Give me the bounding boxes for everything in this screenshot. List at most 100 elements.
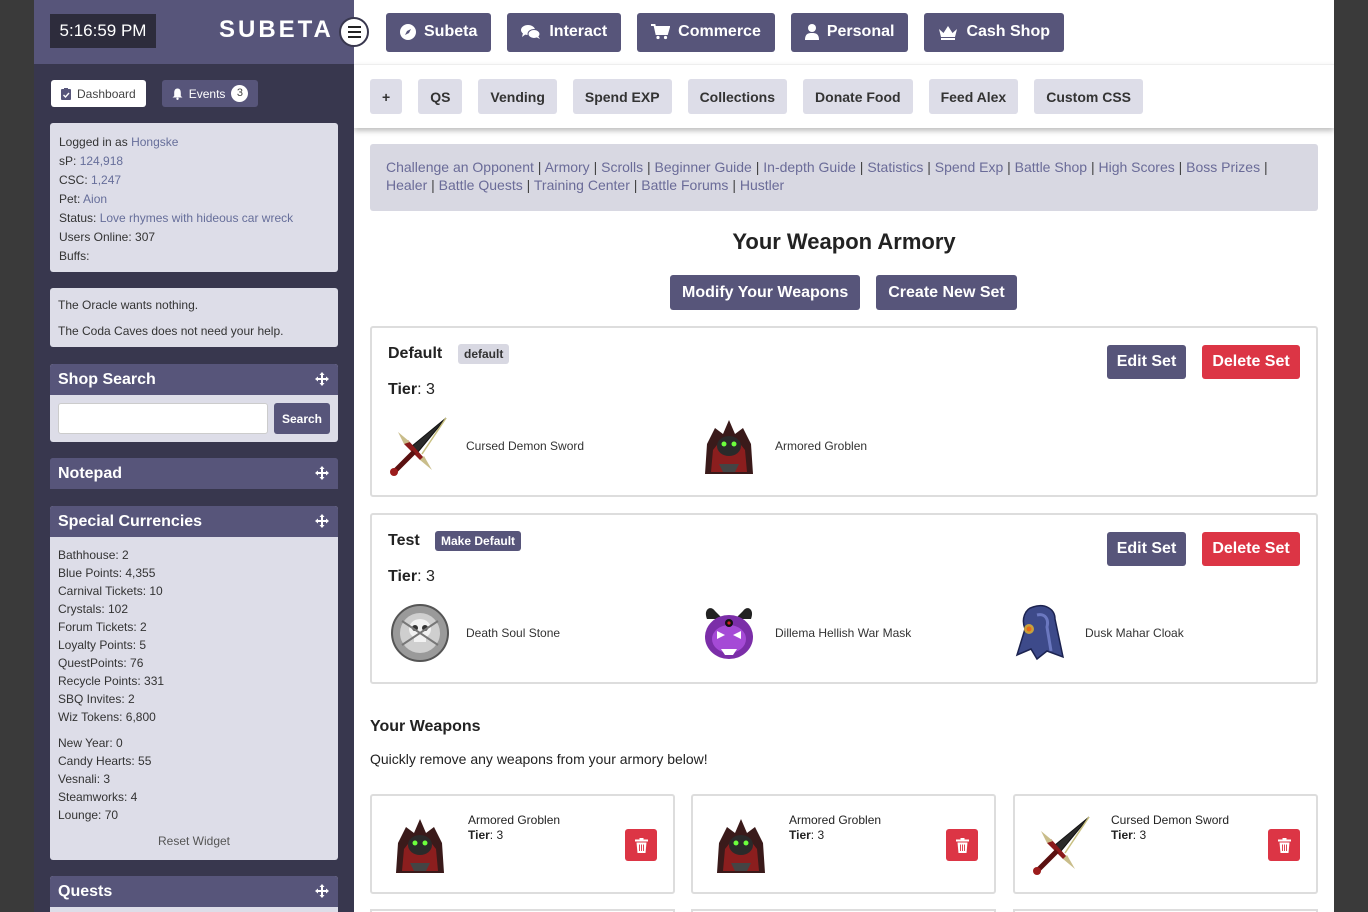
battle-link[interactable]: Beginner Guide bbox=[655, 159, 752, 175]
currency-item: Recycle Points: 331 bbox=[58, 674, 165, 688]
battle-link[interactable]: Scrolls bbox=[601, 159, 643, 175]
battle-link[interactable]: Armory bbox=[545, 159, 590, 175]
remove-weapon-button[interactable] bbox=[625, 829, 657, 861]
link-separator: | bbox=[732, 177, 736, 193]
tab-dashboard[interactable]: Dashboard bbox=[51, 80, 146, 107]
delete-set-button[interactable]: Delete Set bbox=[1202, 345, 1300, 379]
username-link[interactable]: Hongske bbox=[131, 135, 178, 149]
quests-title-bar[interactable]: Quests bbox=[50, 876, 338, 907]
edit-set-button[interactable]: Edit Set bbox=[1107, 532, 1186, 566]
sidebar: 5:16:59 PM SUBETA Dashboard Events 3 Log… bbox=[34, 0, 354, 912]
move-icon[interactable] bbox=[315, 514, 329, 528]
sp-line: sP: 124,918 bbox=[59, 152, 329, 171]
csc-value[interactable]: 1,247 bbox=[91, 173, 121, 187]
notepad-title: Notepad bbox=[58, 465, 122, 482]
nav-cash-shop-label: Cash Shop bbox=[966, 23, 1050, 40]
site-logo[interactable]: SUBETA bbox=[219, 16, 334, 44]
logged-in-label: Logged in as bbox=[59, 135, 128, 149]
link-separator: | bbox=[859, 159, 864, 175]
edit-set-button[interactable]: Edit Set bbox=[1107, 345, 1186, 379]
tier-value: : 3 bbox=[489, 828, 504, 842]
trash-icon bbox=[955, 837, 969, 853]
shop-search-input[interactable] bbox=[58, 403, 268, 434]
quick-link-add[interactable]: + bbox=[370, 79, 403, 114]
notepad-widget: Notepad bbox=[50, 458, 338, 489]
link-separator: | bbox=[1090, 159, 1095, 175]
quick-link-collections[interactable]: Collections bbox=[687, 79, 788, 114]
nav-cash-shop[interactable]: Cash Shop bbox=[924, 12, 1064, 52]
set-item[interactable]: Dusk Mahar Cloak bbox=[1007, 601, 1184, 665]
battle-link[interactable]: Statistics bbox=[867, 159, 923, 175]
events-count-badge: 3 bbox=[231, 85, 249, 102]
currency-item: Wiz Tokens: 6,800 bbox=[58, 710, 156, 724]
shop-search-button[interactable]: Search bbox=[274, 403, 330, 434]
quick-link-donate-food[interactable]: Donate Food bbox=[803, 79, 913, 114]
quick-links-bar: + QS Vending Spend EXP Collections Donat… bbox=[354, 64, 1334, 128]
sidebar-header: 5:16:59 PM SUBETA bbox=[34, 0, 354, 64]
create-set-button[interactable]: Create New Set bbox=[876, 275, 1017, 310]
set-item[interactable]: Dillema Hellish War Mask bbox=[697, 601, 911, 665]
pet-link[interactable]: Aion bbox=[83, 192, 107, 206]
quick-link-qs[interactable]: QS bbox=[418, 79, 463, 114]
link-separator: | bbox=[633, 177, 638, 193]
sp-value[interactable]: 124,918 bbox=[80, 154, 123, 168]
quick-link-vending[interactable]: Vending bbox=[478, 79, 557, 114]
move-icon[interactable] bbox=[315, 466, 329, 480]
tab-dashboard-label: Dashboard bbox=[77, 86, 136, 101]
battle-link[interactable]: In-depth Guide bbox=[763, 159, 856, 175]
link-separator: | bbox=[755, 159, 760, 175]
clipboard-icon bbox=[61, 87, 71, 100]
battle-link[interactable]: Boss Prizes bbox=[1186, 159, 1260, 175]
currency-item: Steamworks: 4 bbox=[58, 790, 138, 804]
menu-toggle-button[interactable] bbox=[339, 17, 369, 47]
hamburger-icon bbox=[347, 36, 361, 38]
sp-label: sP: bbox=[59, 154, 77, 168]
tab-events[interactable]: Events 3 bbox=[161, 80, 259, 107]
reset-widget-link[interactable]: Reset Widget bbox=[50, 832, 338, 850]
battle-link[interactable]: High Scores bbox=[1098, 159, 1174, 175]
nav-personal[interactable]: Personal bbox=[790, 12, 909, 52]
account-info-panel: Logged in as Hongske sP: 124,918 CSC: 1,… bbox=[50, 123, 338, 272]
shop-search-widget: Shop Search Search bbox=[50, 364, 338, 442]
make-default-button[interactable]: Make Default bbox=[435, 531, 522, 551]
link-separator: | bbox=[537, 159, 542, 175]
battle-link[interactable]: Battle Quests bbox=[439, 177, 523, 193]
weapon-tier: Tier: 3 bbox=[468, 828, 503, 842]
nav-subeta[interactable]: Subeta bbox=[386, 12, 492, 52]
quick-link-custom-css[interactable]: Custom CSS bbox=[1034, 79, 1143, 114]
modify-weapons-button[interactable]: Modify Your Weapons bbox=[670, 275, 861, 310]
nav-interact[interactable]: Interact bbox=[507, 12, 622, 52]
csc-line: CSC: 1,247 bbox=[59, 171, 329, 190]
page-gutter-left bbox=[0, 0, 34, 912]
set-item[interactable]: Cursed Demon Sword bbox=[388, 414, 584, 478]
move-icon[interactable] bbox=[315, 372, 329, 386]
shop-search-title: Shop Search bbox=[58, 371, 156, 388]
move-icon[interactable] bbox=[315, 884, 329, 898]
groblen-armor-icon bbox=[717, 819, 765, 873]
battle-link[interactable]: Hustler bbox=[740, 177, 784, 193]
special-currencies-widget: Special Currencies Bathhouse: 2 Blue Poi… bbox=[50, 506, 338, 860]
battle-links-panel: Challenge an Opponent | Armory | Scrolls… bbox=[370, 144, 1318, 211]
set-item[interactable]: Death Soul Stone bbox=[388, 601, 560, 665]
quick-link-spend-exp[interactable]: Spend EXP bbox=[572, 79, 672, 114]
pet-line: Pet: Aion bbox=[59, 190, 329, 209]
battle-link[interactable]: Healer bbox=[386, 177, 427, 193]
battle-link[interactable]: Spend Exp bbox=[935, 159, 1004, 175]
status-value[interactable]: Love rhymes with hideous car wreck bbox=[100, 211, 293, 225]
quick-link-feed-alex[interactable]: Feed Alex bbox=[928, 79, 1019, 114]
battle-link[interactable]: Battle Shop bbox=[1015, 159, 1087, 175]
nav-commerce[interactable]: Commerce bbox=[637, 12, 775, 52]
item-name: Dillema Hellish War Mask bbox=[775, 626, 912, 640]
weapon-name: Cursed Demon Sword bbox=[1111, 813, 1230, 827]
delete-set-button[interactable]: Delete Set bbox=[1202, 532, 1300, 566]
logged-in-line: Logged in as Hongske bbox=[59, 133, 329, 152]
chat-icon bbox=[521, 25, 541, 39]
currency-item: Vesnali: 3 bbox=[58, 772, 111, 786]
battle-link[interactable]: Training Center bbox=[534, 177, 630, 193]
battle-link[interactable]: Battle Forums bbox=[641, 177, 728, 193]
battle-link[interactable]: Challenge an Opponent bbox=[386, 159, 534, 175]
set-item[interactable]: Armored Groblen bbox=[697, 414, 867, 478]
remove-weapon-button[interactable] bbox=[1268, 829, 1300, 861]
notepad-title-bar[interactable]: Notepad bbox=[50, 458, 338, 489]
remove-weapon-button[interactable] bbox=[946, 829, 978, 861]
